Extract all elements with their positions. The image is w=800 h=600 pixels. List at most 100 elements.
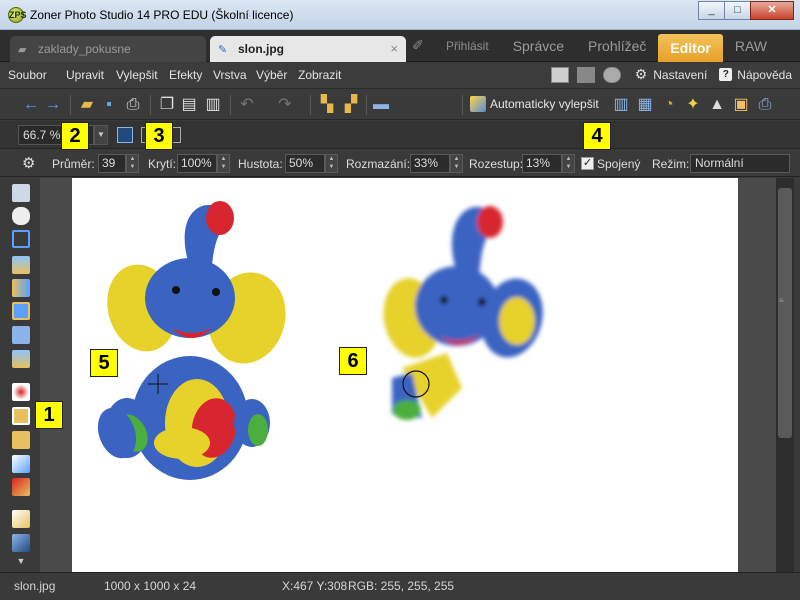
- perspective-tool-icon[interactable]: [12, 279, 30, 297]
- menu-bar: Soubor Upravit Vylepšit Efekty Vrstva Vý…: [0, 63, 800, 89]
- split-view-icon[interactable]: ▞: [342, 96, 360, 114]
- spacing-stepper[interactable]: ▲ ▼: [562, 154, 575, 173]
- document-tab-slon[interactable]: ✎ slon.jpg ×: [210, 36, 406, 62]
- redo-icon[interactable]: ↷: [276, 96, 294, 114]
- picture-icon[interactable]: ▣: [732, 96, 750, 114]
- copy-icon[interactable]: ❐: [158, 96, 176, 114]
- connected-checkbox[interactable]: ✓: [581, 157, 594, 170]
- settings-menu[interactable]: ⚙ Nastavení: [635, 66, 708, 83]
- menu-zobrazit[interactable]: Zobrazit: [298, 68, 341, 82]
- toolbar-separator: [462, 95, 463, 115]
- menu-soubor[interactable]: Soubor: [8, 68, 47, 82]
- document-tab-label: slon.jpg: [238, 42, 284, 56]
- document-tab-zaklady[interactable]: ▰ zaklady_pokusne: [10, 36, 206, 62]
- zoom-tool-icon[interactable]: [12, 184, 30, 202]
- paste-icon[interactable]: ▤: [180, 96, 198, 114]
- coverage-stepper[interactable]: ▲ ▼: [217, 154, 230, 173]
- undo-icon[interactable]: ↶: [238, 96, 256, 114]
- account-icon[interactable]: [602, 66, 621, 83]
- retouch-tool-icon[interactable]: [12, 455, 30, 473]
- density-label: Hustota:: [238, 157, 283, 171]
- fill-tool-icon[interactable]: [12, 534, 30, 552]
- elephant-photo: [97, 201, 543, 480]
- levels-icon[interactable]: ▥: [612, 96, 630, 114]
- folder-icon: ▰: [18, 44, 27, 56]
- tab-bar: ▰ zaklady_pokusne ✎ slon.jpg × ✐ Přihlás…: [0, 30, 800, 62]
- login-link[interactable]: Přihlásit: [434, 30, 501, 62]
- curves-icon[interactable]: ▦: [636, 96, 654, 114]
- more-tools-icon[interactable]: ▼: [12, 556, 30, 566]
- auto-enhance-label: Automaticky vylepšit: [490, 97, 599, 111]
- status-bar: slon.jpg 1000 x 1000 x 24 X:467 Y:308 RG…: [0, 572, 800, 600]
- bulb-icon[interactable]: ✦: [684, 96, 702, 114]
- vertical-scrollbar[interactable]: [776, 178, 794, 572]
- diameter-label: Průměr:: [52, 157, 95, 171]
- healing-brush-tool-icon[interactable]: [12, 431, 30, 449]
- scrollbar-thumb[interactable]: [778, 188, 792, 438]
- blur-stepper[interactable]: ▲ ▼: [450, 154, 463, 173]
- menu-efekty[interactable]: Efekty: [169, 68, 202, 82]
- toolbar-separator: [366, 95, 367, 115]
- filmstrip-icon[interactable]: ▬: [372, 96, 390, 114]
- patch-tool-icon[interactable]: [12, 478, 30, 496]
- tab-prohlizec[interactable]: Prohlížeč: [576, 30, 658, 62]
- tab-spravce[interactable]: Správce: [501, 30, 576, 62]
- sharpen-icon[interactable]: ▲: [708, 96, 726, 114]
- spacing-input[interactable]: 13%: [522, 154, 562, 173]
- toolbar-separator: [310, 95, 311, 115]
- coverage-input[interactable]: 100%: [177, 154, 217, 173]
- diameter-stepper[interactable]: ▲ ▼: [126, 154, 139, 173]
- print-icon[interactable]: ⎙: [124, 96, 142, 114]
- canvas-area[interactable]: [40, 178, 776, 572]
- open-folder-icon[interactable]: ▰: [78, 96, 96, 114]
- callout-3: 3: [145, 122, 173, 150]
- tab-editor[interactable]: Editor: [658, 34, 723, 62]
- app-icon: ZPS: [8, 7, 27, 23]
- scroll-grip-icon: ≡: [779, 296, 784, 305]
- status-filename: slon.jpg: [14, 579, 56, 593]
- diameter-input[interactable]: 39: [98, 154, 126, 173]
- resize-tool-icon[interactable]: [12, 302, 30, 320]
- forward-arrow-icon[interactable]: →: [44, 96, 62, 114]
- menu-vylepsit[interactable]: Vylepšit: [116, 68, 158, 82]
- compare-icon[interactable]: ▚: [318, 96, 336, 114]
- callout-1: 1: [35, 401, 63, 429]
- red-eye-tool-icon[interactable]: [12, 383, 30, 401]
- fit-to-window-icon[interactable]: [117, 127, 133, 143]
- auto-enhance-button[interactable]: Automaticky vylepšit: [470, 96, 599, 112]
- landscape-tool-icon[interactable]: [12, 350, 30, 368]
- clone-stamp-tool-icon[interactable]: [12, 407, 30, 425]
- color-icon[interactable]: ◔: [660, 96, 678, 114]
- help-menu[interactable]: ? Nápověda: [719, 68, 792, 82]
- close-icon[interactable]: ✕: [750, 1, 794, 20]
- window-controls: _ □ ✕: [698, 1, 794, 20]
- crop-tool-icon[interactable]: [12, 230, 30, 248]
- gear-icon: ⚙: [634, 66, 648, 82]
- save-icon[interactable]: ▪: [100, 96, 118, 114]
- monitor-icon[interactable]: [576, 66, 595, 83]
- photo-canvas[interactable]: [72, 178, 738, 572]
- lens-tool-icon[interactable]: [12, 326, 30, 344]
- density-stepper[interactable]: ▲ ▼: [325, 154, 338, 173]
- printer-dropdown-icon[interactable]: ⎙: [756, 96, 774, 114]
- hand-tool-icon[interactable]: [12, 207, 30, 225]
- tab-raw[interactable]: RAW: [723, 30, 779, 62]
- back-arrow-icon[interactable]: ←: [22, 96, 40, 114]
- layout-icon[interactable]: [550, 66, 569, 83]
- tab-close-icon[interactable]: ×: [390, 41, 398, 56]
- maximize-icon[interactable]: □: [724, 1, 751, 20]
- menu-upravit[interactable]: Upravit: [66, 68, 104, 82]
- chevron-down-icon[interactable]: ▼: [94, 125, 108, 145]
- mode-select[interactable]: Normální: [690, 154, 790, 173]
- horizon-tool-icon[interactable]: [12, 256, 30, 274]
- brush-tool-icon[interactable]: [12, 510, 30, 528]
- tool-settings-gear-icon[interactable]: ⚙: [22, 154, 35, 172]
- tools-icon[interactable]: ✐: [412, 37, 430, 55]
- help-icon: ?: [719, 68, 733, 81]
- menu-vyber[interactable]: Výběr: [256, 68, 287, 82]
- blur-input[interactable]: 33%: [410, 154, 450, 173]
- paste-new-icon[interactable]: ▥: [204, 96, 222, 114]
- menu-vrstva[interactable]: Vrstva: [213, 68, 247, 82]
- density-input[interactable]: 50%: [285, 154, 325, 173]
- minimize-icon[interactable]: _: [698, 1, 725, 20]
